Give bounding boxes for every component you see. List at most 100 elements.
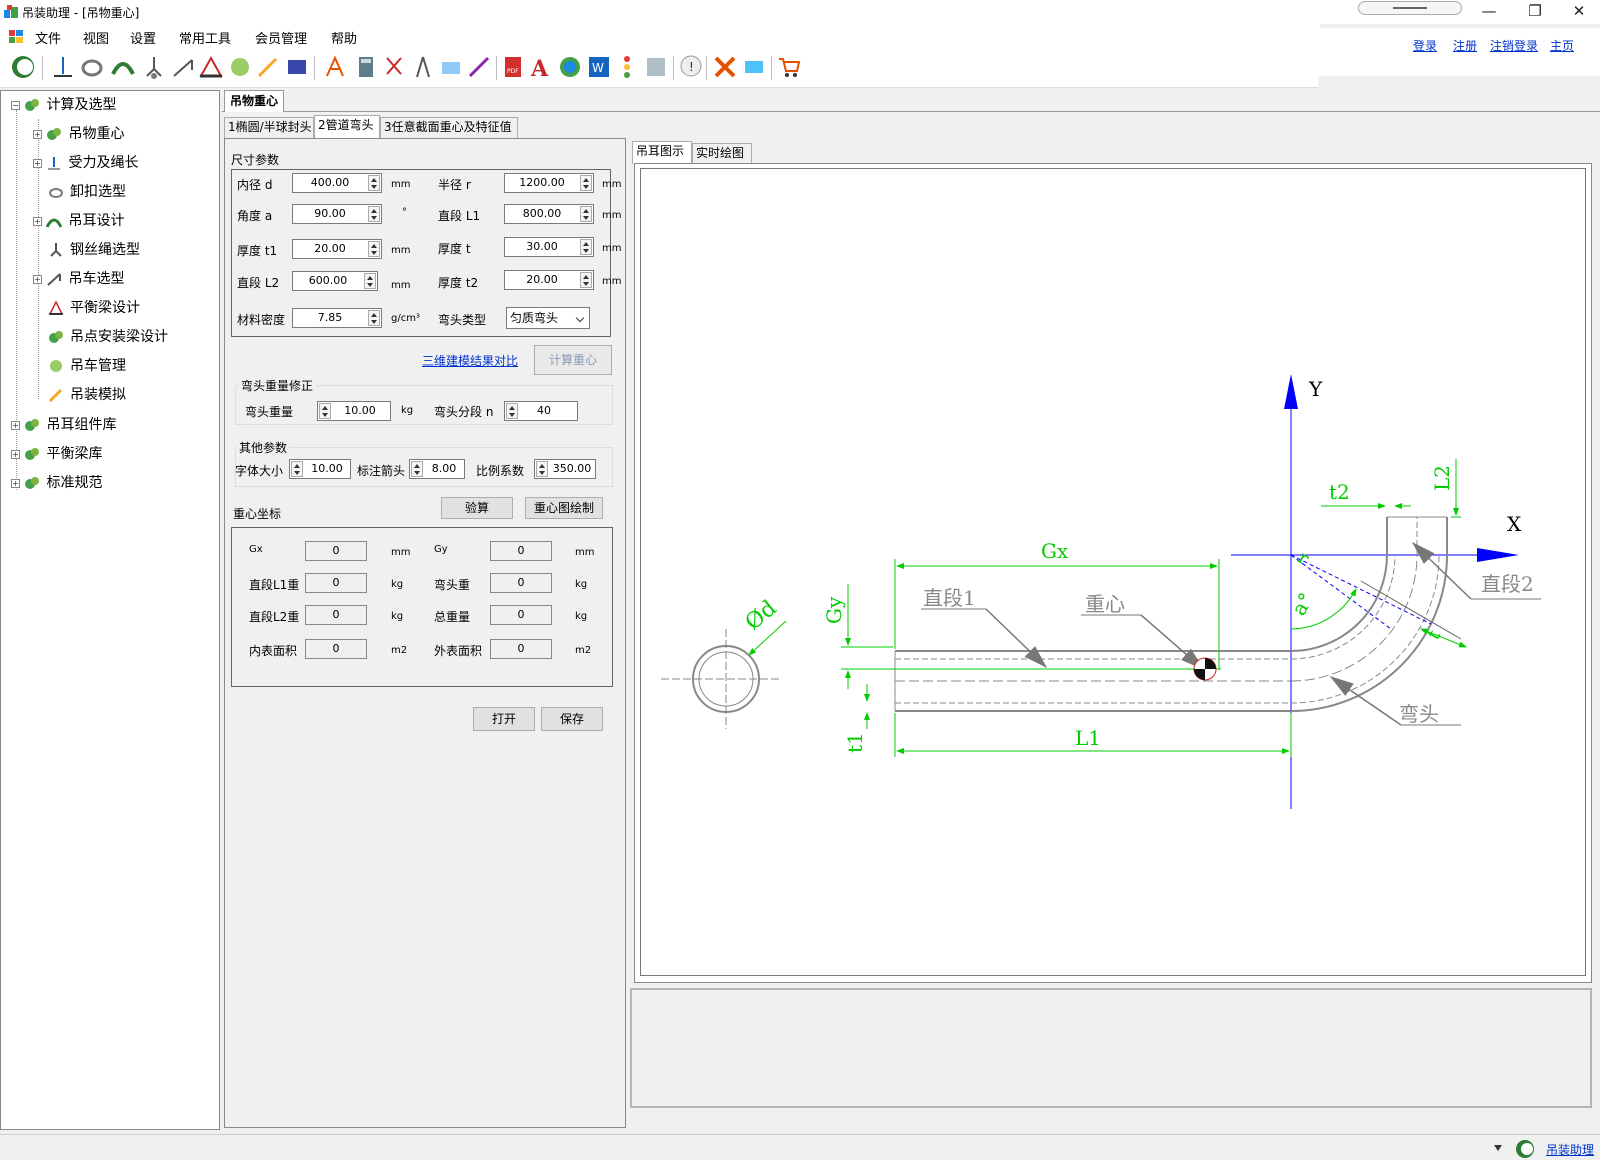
tree-node-crane-manage[interactable]: 吊车管理	[48, 352, 126, 381]
check-button[interactable]: 验算	[441, 497, 513, 519]
expand-icon[interactable]: +	[11, 478, 20, 488]
spin-arrows-icon[interactable]	[411, 461, 423, 477]
cut-icon[interactable]	[381, 54, 407, 80]
compass-icon[interactable]	[410, 54, 436, 80]
report-icon[interactable]	[438, 54, 464, 80]
globe-icon[interactable]	[557, 54, 583, 80]
help-icon[interactable]: !	[678, 54, 704, 80]
spin-arrows-icon[interactable]	[319, 403, 331, 419]
logout-link[interactable]: 注销登录	[1490, 37, 1538, 54]
force-icon[interactable]	[50, 54, 76, 80]
tree-node-lug[interactable]: + 吊耳设计	[33, 207, 124, 236]
t-input[interactable]: 30.00	[504, 237, 594, 257]
collapse-icon[interactable]: −	[11, 100, 20, 110]
spin-arrows-icon[interactable]	[580, 206, 592, 222]
expand-icon[interactable]: +	[11, 449, 20, 459]
home-link[interactable]: 主页	[1550, 37, 1574, 54]
window-icon[interactable]	[284, 54, 310, 80]
segments-input[interactable]: 40	[504, 401, 578, 421]
expand-icon[interactable]: +	[33, 216, 42, 226]
menu-tools[interactable]: 常用工具	[179, 28, 231, 47]
tree-node-shackle[interactable]: 卸扣选型	[48, 178, 126, 207]
cart-icon[interactable]	[776, 54, 802, 80]
tree-node-simulate[interactable]: 吊装模拟	[48, 381, 126, 410]
l2-input[interactable]: 600.00	[292, 271, 378, 291]
restore-button[interactable]: ❐	[1512, 0, 1558, 22]
expand-icon[interactable]: +	[11, 420, 20, 430]
menu-member[interactable]: 会员管理	[255, 28, 307, 47]
menu-help[interactable]: 帮助	[331, 28, 357, 47]
tree-node-lug-lib[interactable]: + 吊耳组件库	[11, 411, 116, 440]
expand-icon[interactable]: +	[33, 129, 42, 139]
tree-node-force[interactable]: + 受力及绳长	[33, 149, 138, 178]
mdi-window-icon[interactable]	[9, 30, 23, 43]
tree-node-mount-beam[interactable]: 吊点安装梁设计	[48, 323, 168, 352]
spin-arrows-icon[interactable]	[368, 310, 380, 326]
snap-layout-pill[interactable]	[1358, 1, 1462, 15]
tree-node-rope[interactable]: 钢丝绳选型	[48, 236, 140, 265]
spin-arrows-icon[interactable]	[580, 272, 592, 288]
font-size-input[interactable]: 10.00	[289, 459, 351, 479]
calculator-icon[interactable]	[353, 54, 379, 80]
draw-cg-button[interactable]: 重心图绘制	[525, 497, 603, 519]
beam-icon[interactable]	[198, 54, 224, 80]
menu-view[interactable]: 视图	[83, 28, 109, 47]
font-icon[interactable]: A	[528, 54, 554, 80]
tree-icon[interactable]	[614, 54, 640, 80]
doc-tab-cg[interactable]: 吊物重心	[224, 90, 284, 112]
tree-node-calc[interactable]: − 计算及选型	[11, 91, 116, 120]
tree-node-beam[interactable]: 平衡梁设计	[48, 294, 140, 323]
subtab-elbow[interactable]: 2管道弯头	[314, 115, 380, 139]
tree-node-beam-lib[interactable]: + 平衡梁库	[11, 440, 102, 469]
spin-arrows-icon[interactable]	[580, 175, 592, 191]
exit-icon[interactable]	[712, 54, 738, 80]
tab-live-draw[interactable]: 实时绘图	[692, 143, 752, 163]
toggle-icon[interactable]	[10, 54, 36, 80]
spin-arrows-icon[interactable]	[536, 461, 548, 477]
save-button[interactable]: 保存	[541, 707, 603, 731]
tree-node-standards[interactable]: + 标准规范	[11, 469, 102, 498]
scale-input[interactable]: 350.00	[534, 459, 596, 479]
t2-input[interactable]: 20.00	[504, 270, 594, 290]
close-button[interactable]: ✕	[1556, 0, 1600, 22]
compare-3d-link[interactable]: 三维建模结果对比	[422, 352, 518, 369]
l1-input[interactable]: 800.00	[504, 204, 594, 224]
tree-node-crane[interactable]: + 吊车选型	[33, 265, 124, 294]
dropdown-arrow-icon[interactable]	[1494, 1145, 1502, 1151]
open-button[interactable]: 打开	[473, 707, 535, 731]
lug-icon[interactable]	[110, 54, 136, 80]
menu-file[interactable]: 文件	[35, 28, 61, 47]
manage-icon[interactable]	[227, 54, 253, 80]
expand-icon[interactable]: +	[33, 274, 42, 284]
simulate-icon[interactable]	[256, 54, 282, 80]
rope-icon[interactable]	[141, 54, 167, 80]
elbow-weight-input[interactable]: 10.00	[317, 401, 391, 421]
export-icon[interactable]	[741, 54, 767, 80]
tab-diagram[interactable]: 吊耳图示	[632, 141, 692, 164]
pdf-icon[interactable]: PDF	[500, 54, 526, 80]
spin-arrows-icon[interactable]	[580, 239, 592, 255]
arrow-size-input[interactable]: 8.00	[409, 459, 465, 479]
spin-arrows-icon[interactable]	[291, 461, 303, 477]
spin-arrows-icon[interactable]	[364, 273, 376, 289]
shackle-icon[interactable]	[79, 54, 105, 80]
spin-arrows-icon[interactable]	[368, 206, 380, 222]
subtab-section[interactable]: 3任意截面重心及特征值	[380, 117, 518, 138]
angle-input[interactable]: 90.00	[292, 204, 382, 224]
register-link[interactable]: 注册	[1453, 37, 1477, 54]
elbow-type-select[interactable]: 匀质弯头	[506, 307, 590, 329]
word-icon[interactable]: W	[586, 54, 612, 80]
crane-icon[interactable]	[170, 54, 196, 80]
spin-arrows-icon[interactable]	[368, 175, 380, 191]
login-link[interactable]: 登录	[1413, 37, 1437, 54]
calc-cg-button[interactable]: 计算重心	[534, 345, 612, 375]
inner-d-input[interactable]: 400.00	[292, 173, 382, 193]
edit-icon[interactable]	[643, 54, 669, 80]
radius-input[interactable]: 1200.00	[504, 173, 594, 193]
spin-arrows-icon[interactable]	[506, 403, 518, 419]
status-app-link[interactable]: 吊装助理	[1546, 1141, 1594, 1158]
pen-icon[interactable]	[466, 54, 492, 80]
minimize-button[interactable]: —	[1466, 0, 1512, 22]
subtab-head[interactable]: 1椭圆/半球封头	[224, 117, 314, 138]
expand-icon[interactable]: +	[33, 158, 42, 168]
